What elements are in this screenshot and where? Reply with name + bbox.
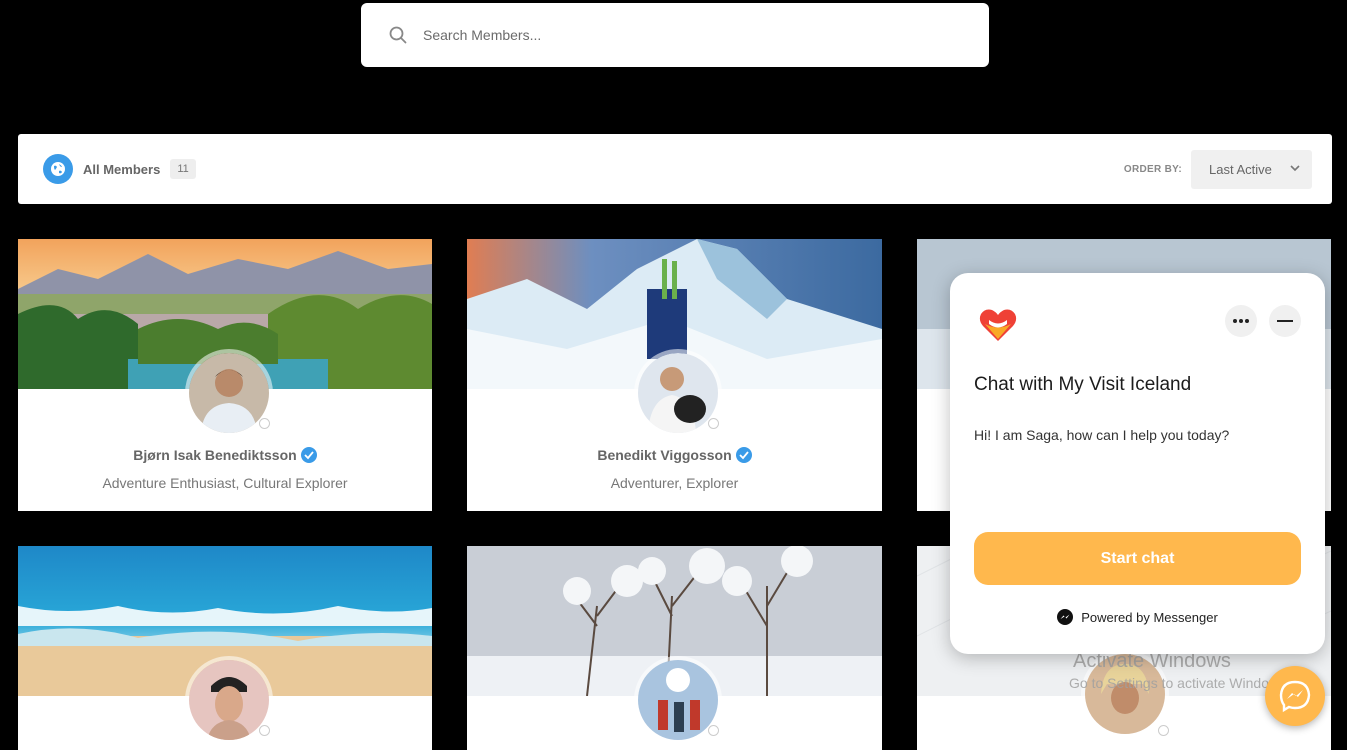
verified-icon xyxy=(300,447,317,463)
more-icon xyxy=(1233,319,1249,323)
members-filter-bar: All Members 11 ORDER BY: Last Active xyxy=(18,134,1332,204)
verified-icon xyxy=(735,447,752,463)
member-card[interactable]: Benedikt Viggosson Adventurer, Explorer xyxy=(467,239,882,511)
chat-title: Chat with My Visit Iceland xyxy=(974,374,1192,395)
messenger-icon xyxy=(1057,609,1074,625)
member-card[interactable] xyxy=(467,546,882,750)
minimize-button[interactable] xyxy=(1269,305,1301,337)
messenger-icon xyxy=(1279,680,1311,713)
status-dot xyxy=(259,725,270,736)
powered-by-messenger: Powered by Messenger xyxy=(950,609,1325,625)
chevron-down-icon xyxy=(1290,165,1300,172)
activate-windows-watermark: Activate Windows Go to Settings to activ… xyxy=(1069,650,1290,694)
more-options-button[interactable] xyxy=(1225,305,1257,337)
powered-by-text: Powered by Messenger xyxy=(1081,609,1218,625)
status-dot xyxy=(708,418,719,429)
member-card[interactable]: Bjørn Isak Benediktsson Adventure Enthus… xyxy=(18,239,432,511)
minimize-icon xyxy=(1277,320,1293,322)
status-dot xyxy=(259,418,270,429)
status-dot xyxy=(1158,725,1169,736)
member-name[interactable]: Benedikt Viggosson xyxy=(467,447,882,463)
search-input[interactable] xyxy=(421,26,945,44)
member-role: Adventure Enthusiast, Cultural Explorer xyxy=(102,475,348,491)
globe-icon xyxy=(43,154,73,184)
order-by-label: ORDER BY: xyxy=(1123,163,1182,175)
search-icon xyxy=(389,26,407,44)
member-card[interactable] xyxy=(18,546,432,750)
member-search-box[interactable] xyxy=(361,3,989,67)
member-role: Adventurer, Explorer xyxy=(610,475,739,491)
member-name-text[interactable]: Bjørn Isak Benediktsson xyxy=(133,447,296,463)
member-count-badge: 11 xyxy=(170,159,196,179)
order-by-value: Last Active xyxy=(1209,162,1272,177)
status-dot xyxy=(708,725,719,736)
messenger-launcher-button[interactable] xyxy=(1265,666,1325,726)
all-members-tab[interactable]: All Members xyxy=(83,162,160,177)
chat-greeting-message: Hi! I am Saga, how can I help you today? xyxy=(974,427,1230,443)
heart-logo-icon xyxy=(979,309,1017,341)
start-chat-button[interactable]: Start chat xyxy=(974,532,1301,585)
member-name[interactable]: Bjørn Isak Benediktsson xyxy=(18,447,432,463)
watermark-subtitle: Go to Settings to activate Windows. xyxy=(1069,675,1290,691)
chat-widget: Chat with My Visit Iceland Hi! I am Saga… xyxy=(950,273,1325,654)
order-by-select[interactable]: Last Active xyxy=(1191,150,1312,189)
member-name-text[interactable]: Benedikt Viggosson xyxy=(597,447,731,463)
